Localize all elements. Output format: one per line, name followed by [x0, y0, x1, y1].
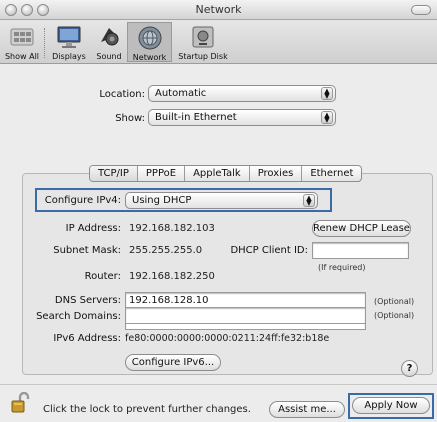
- location-label: Location:: [99, 89, 145, 100]
- tab-bar: TCP/IP PPPoE AppleTalk Proxies Ethernet: [89, 165, 363, 182]
- router-label: Router:: [84, 271, 121, 282]
- toolbar-network[interactable]: Network: [127, 22, 172, 62]
- speaker-icon: [101, 28, 119, 46]
- dhcp-client-id-field[interactable]: [312, 242, 409, 259]
- toolbar-label-network: Network: [132, 53, 167, 62]
- toolbar-label-sound: Sound: [96, 52, 122, 61]
- toolbar-sound[interactable]: Sound: [92, 22, 126, 62]
- configure-ipv6-button[interactable]: Configure IPv6...: [125, 354, 221, 371]
- show-value: Built-in Ethernet: [155, 112, 237, 123]
- ip-address-label: IP Address:: [65, 223, 121, 234]
- tab-pppoe[interactable]: PPPoE: [138, 166, 186, 181]
- location-value: Automatic: [155, 88, 207, 99]
- toolbar-toggle-button[interactable]: [411, 5, 431, 15]
- popup-arrows-icon: ▲ ▼: [303, 194, 315, 207]
- dhcp-client-id-label: DHCP Client ID:: [230, 245, 308, 256]
- router-value: 192.168.182.250: [129, 271, 215, 282]
- tab-tcpip[interactable]: TCP/IP: [90, 166, 138, 181]
- toolbar-displays[interactable]: Displays: [48, 22, 90, 62]
- toolbar-show-all[interactable]: Show All: [2, 22, 42, 62]
- search-domains-field[interactable]: [125, 307, 366, 324]
- lock-icon[interactable]: [10, 392, 30, 414]
- subnet-mask-label: Subnet Mask:: [53, 245, 121, 256]
- display-icon: [57, 26, 81, 48]
- ip-address-value: 192.168.182.103: [129, 223, 215, 234]
- toolbar-label-startup-disk: Startup Disk: [178, 52, 228, 61]
- ipv6-address-label: IPv6 Address:: [53, 333, 121, 344]
- search-domains-label: Search Domains:: [36, 311, 121, 322]
- toolbar-startup-disk[interactable]: Startup Disk: [175, 22, 231, 62]
- configure-ipv4-value: Using DHCP: [132, 195, 192, 206]
- dns-servers-hint: (Optional): [374, 297, 415, 306]
- dhcp-client-id-hint: (If required): [318, 263, 366, 272]
- title-bar: Network: [0, 0, 437, 20]
- location-popup[interactable]: Automatic ▲ ▼: [148, 85, 336, 102]
- toolbar-separator: [44, 28, 45, 58]
- tab-appletalk[interactable]: AppleTalk: [185, 166, 250, 181]
- lock-status-text: Click the lock to prevent further change…: [43, 404, 251, 415]
- tab-ethernet[interactable]: Ethernet: [302, 166, 361, 181]
- popup-arrows-icon: ▲ ▼: [321, 87, 333, 100]
- configure-ipv4-label: Configure IPv4:: [44, 195, 121, 206]
- toolbar-label-displays: Displays: [52, 52, 86, 61]
- help-button[interactable]: ?: [401, 360, 418, 377]
- show-popup[interactable]: Built-in Ethernet ▲ ▼: [148, 109, 336, 126]
- search-domains-hint: (Optional): [374, 311, 415, 320]
- show-label: Show:: [115, 113, 145, 124]
- network-preferences-window: Network Show All Displays Sound Network …: [0, 0, 437, 422]
- assist-me-button[interactable]: Assist me...: [269, 401, 345, 418]
- window-title: Network: [195, 3, 242, 16]
- network-globe-icon: [138, 26, 161, 50]
- subnet-mask-value: 255.255.255.0: [129, 245, 203, 256]
- tab-proxies[interactable]: Proxies: [250, 166, 303, 181]
- toolbar: Show All Displays Sound Network Startup …: [0, 20, 437, 64]
- apply-now-button[interactable]: Apply Now: [352, 397, 430, 414]
- apple-grid-icon: [10, 28, 34, 46]
- footer-divider: [0, 384, 437, 385]
- toolbar-label-show-all: Show All: [4, 52, 40, 61]
- startup-disk-icon: [192, 26, 214, 48]
- dns-servers-label: DNS Servers:: [54, 295, 121, 306]
- popup-arrows-icon: ▲ ▼: [321, 111, 333, 124]
- ipv6-address-value: fe80:0000:0000:0000:0211:24ff:fe32:b18e: [125, 333, 330, 344]
- configure-ipv4-popup[interactable]: Using DHCP ▲ ▼: [125, 192, 318, 209]
- renew-dhcp-lease-button[interactable]: Renew DHCP Lease: [312, 220, 411, 237]
